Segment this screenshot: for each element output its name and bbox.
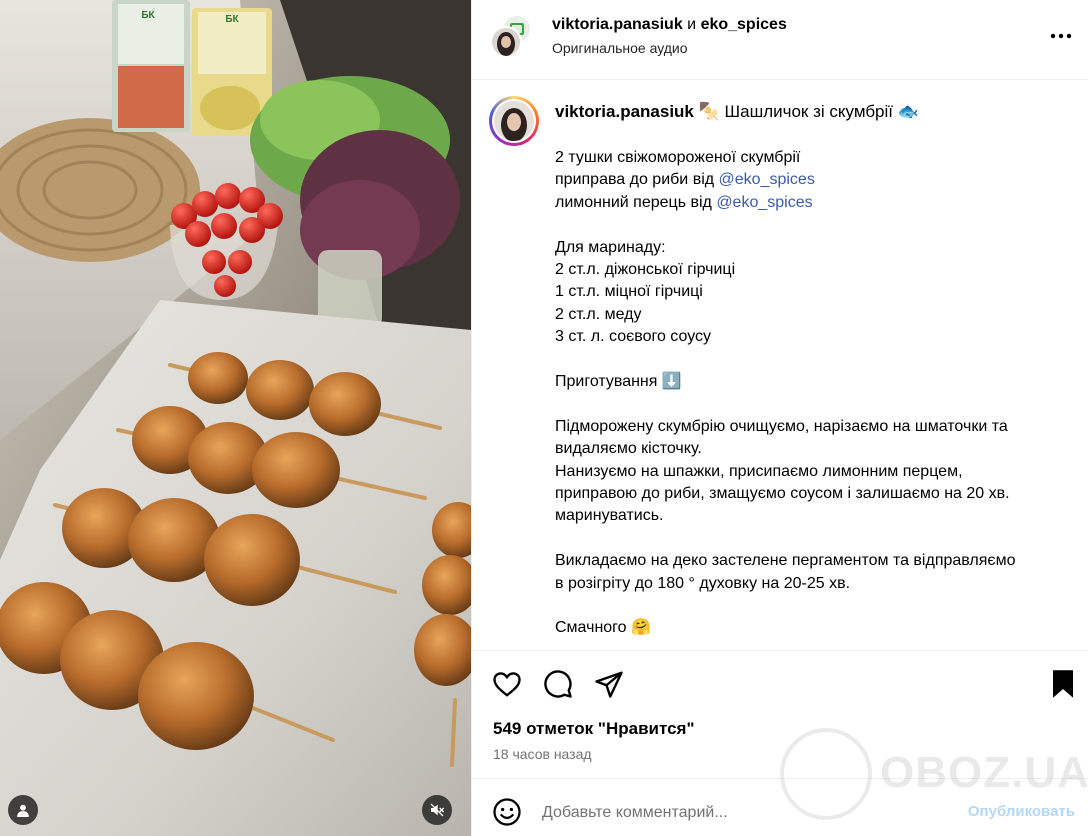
caption-line: лимонний перець від @eko_spices bbox=[555, 192, 1070, 214]
skewer-emoji-icon: 🍢 bbox=[698, 102, 720, 121]
audio-link[interactable]: Оригинальное аудио bbox=[552, 40, 688, 56]
caption-line-text: 3 ст. л. соєвого соусу bbox=[555, 328, 712, 346]
caption-line: Для маринаду: bbox=[555, 237, 1070, 259]
caption-line-text: приправа до риби від bbox=[555, 171, 719, 189]
caption-line-text: Приготування ⬇️ bbox=[555, 373, 682, 391]
tagged-users-button[interactable] bbox=[8, 795, 38, 825]
coauthor-username[interactable]: eko_spices bbox=[701, 16, 787, 33]
recipe-title: Шашличок зі скумбрії bbox=[724, 102, 894, 121]
caption-line: приправа до риби від @eko_spices bbox=[555, 169, 1070, 191]
caption-line: в розігріту до 180 ° духовку на 20-25 хв… bbox=[555, 573, 1070, 595]
save-button[interactable] bbox=[1050, 669, 1080, 699]
caption-line: приправою до риби, змащуємо соусом і зал… bbox=[555, 483, 1070, 505]
post-media[interactable]: БК БК bbox=[0, 0, 471, 836]
packet-brand-2: БК bbox=[225, 14, 239, 25]
caption-line: Викладаємо на деко застелене пергаментом… bbox=[555, 550, 1070, 572]
caption-line bbox=[555, 393, 1070, 415]
caption-line: видаляємо кісточку. bbox=[555, 438, 1070, 460]
caption-line bbox=[555, 214, 1070, 236]
caption-username[interactable]: viktoria.panasiuk bbox=[555, 102, 694, 121]
caption-line-text: видаляємо кісточку. bbox=[555, 440, 702, 458]
caption-line: Приготування ⬇️ bbox=[555, 371, 1070, 393]
emoji-icon bbox=[493, 798, 521, 826]
mention-link[interactable]: @eko_spices bbox=[719, 171, 815, 188]
caption-line: 1 ст.л. міцної гірчиці bbox=[555, 281, 1070, 303]
more-options-button[interactable] bbox=[1049, 24, 1073, 48]
caption-line-text: 2 тушки свіжомороженої скумбрії bbox=[555, 149, 801, 166]
author-photo-icon bbox=[494, 101, 534, 141]
caption-line-text: лимонний перець від bbox=[555, 193, 717, 211]
comment-input[interactable] bbox=[542, 801, 942, 825]
mute-icon bbox=[430, 803, 445, 817]
like-button[interactable] bbox=[492, 669, 522, 699]
post-actions: 549 отметок "Нравится" 18 часов назад bbox=[472, 650, 1088, 778]
caption-line: 3 ст. л. соєвого соусу bbox=[555, 326, 1070, 348]
caption-line-text: Викладаємо на деко застелене пергаментом… bbox=[555, 552, 1016, 570]
author-avatar[interactable] bbox=[490, 26, 522, 58]
user-tag-icon bbox=[17, 804, 29, 817]
caption-line-text: 1 ст.л. міцної гірчиці bbox=[555, 283, 703, 301]
caption-line-text: маринуватись. bbox=[555, 507, 664, 525]
share-button[interactable] bbox=[594, 669, 624, 699]
emoji-button[interactable] bbox=[492, 797, 522, 827]
post-header: viktoria.panasiuk и eko_spices Оригиналь… bbox=[472, 0, 1088, 80]
mute-button[interactable] bbox=[422, 795, 452, 825]
comment-button[interactable] bbox=[543, 669, 573, 699]
caption-line-text: в розігріту до 180 ° духовку на 20-25 хв… bbox=[555, 574, 851, 592]
share-icon bbox=[595, 671, 623, 698]
food-photo: БК БК bbox=[0, 0, 471, 836]
caption-line: Смачного 🤗 bbox=[555, 617, 1070, 639]
caption-line bbox=[555, 528, 1070, 550]
caption-line: Нанизуємо на шпажки, присипаємо лимонним… bbox=[555, 461, 1070, 483]
caption-line-text: приправою до риби, змащуємо соусом і зал… bbox=[555, 485, 1010, 503]
caption-avatar[interactable] bbox=[489, 96, 539, 146]
caption-line: 2 ст.л. діжонської гірчиці bbox=[555, 259, 1070, 281]
post-comment-button[interactable]: Опубликовать bbox=[968, 803, 1075, 820]
bookmark-icon bbox=[1053, 670, 1073, 698]
collab-avatars[interactable] bbox=[490, 14, 536, 60]
caption-line bbox=[555, 349, 1070, 371]
author-photo-icon bbox=[492, 28, 520, 56]
post-panel: viktoria.panasiuk и eko_spices Оригиналь… bbox=[471, 0, 1088, 836]
likes-count[interactable]: 549 отметок "Нравится" bbox=[493, 719, 695, 739]
caption-line: 2 тушки свіжомороженої скумбрії bbox=[555, 147, 1070, 169]
comment-bar: Опубликовать bbox=[472, 778, 1088, 836]
caption-line-text: 2 ст.л. діжонської гірчиці bbox=[555, 261, 736, 279]
caption-line: 2 ст.л. меду bbox=[555, 304, 1070, 326]
author-username[interactable]: viktoria.panasiuk bbox=[552, 16, 683, 33]
heart-icon bbox=[493, 672, 521, 697]
caption-line-text: 2 ст.л. меду bbox=[555, 305, 642, 323]
fish-emoji-icon: 🐟 bbox=[897, 102, 919, 121]
caption-line-text: Підморожену скумбрію очищуємо, нарізаємо… bbox=[555, 417, 1008, 435]
caption-line-text: Смачного 🤗 bbox=[555, 619, 651, 637]
caption-line: маринуватись. bbox=[555, 505, 1070, 527]
caption-area: viktoria.panasiuk 🍢 Шашличок зі скумбрії… bbox=[472, 80, 1088, 650]
caption-title: viktoria.panasiuk 🍢 Шашличок зі скумбрії… bbox=[555, 102, 919, 122]
caption-line-text: Для маринаду: bbox=[555, 238, 666, 256]
post-authors: viktoria.panasiuk и eko_spices bbox=[552, 16, 787, 34]
caption-line: Підморожену скумбрію очищуємо, нарізаємо… bbox=[555, 416, 1070, 438]
caption-text: 2 тушки свіжомороженої скумбрії приправа … bbox=[555, 147, 1070, 640]
caption-line bbox=[555, 595, 1070, 617]
caption-line-text: Нанизуємо на шпажки, присипаємо лимонним… bbox=[555, 462, 963, 480]
comment-icon bbox=[544, 670, 572, 698]
post-time[interactable]: 18 часов назад bbox=[493, 746, 592, 762]
mention-link[interactable]: @eko_spices bbox=[716, 194, 812, 211]
more-icon bbox=[1050, 33, 1072, 39]
packet-brand-1: БК bbox=[141, 10, 155, 21]
authors-conjunction: и bbox=[687, 16, 697, 33]
